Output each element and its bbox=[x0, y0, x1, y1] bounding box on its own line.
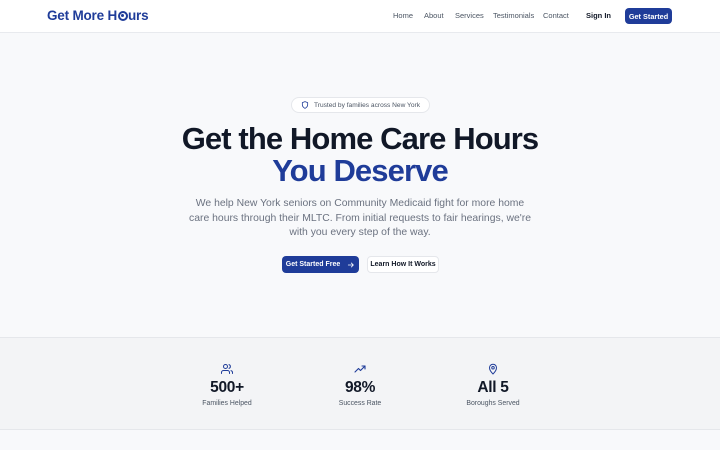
nav-services[interactable]: Services bbox=[455, 11, 484, 20]
next-section bbox=[0, 431, 720, 450]
hero-title: Get the Home Care Hours You Deserve bbox=[0, 123, 720, 187]
stat-value: All 5 bbox=[477, 379, 509, 396]
hero-title-line1: Get the Home Care Hours bbox=[181, 121, 539, 156]
shield-icon bbox=[301, 101, 309, 109]
learn-how-it-works-button[interactable]: Learn How It Works bbox=[367, 256, 439, 273]
logo[interactable]: Get More H urs bbox=[47, 8, 149, 23]
logo-text-end: urs bbox=[128, 8, 149, 23]
stats-section: 500+ Families Helped 98% Success Rate Al… bbox=[0, 337, 720, 430]
sign-in-link[interactable]: Sign In bbox=[586, 11, 611, 20]
nav-home[interactable]: Home bbox=[393, 11, 413, 20]
trust-badge-text: Trusted by families across New York bbox=[313, 101, 421, 109]
stat-label: Success Rate bbox=[338, 400, 382, 407]
trust-badge: Trusted by families across New York bbox=[291, 97, 430, 113]
logo-text-start: Get More H bbox=[47, 8, 118, 23]
map-pin-icon bbox=[489, 363, 497, 375]
stat-label: Boroughs Served bbox=[466, 400, 520, 407]
get-started-free-button[interactable]: Get Started Free bbox=[282, 256, 359, 273]
hero-title-line2: You Deserve bbox=[272, 153, 449, 188]
users-icon bbox=[221, 364, 233, 374]
logo-o-icon bbox=[117, 10, 128, 21]
stat-label: Families Helped bbox=[202, 400, 252, 407]
site-header: Get More H urs Home About Services Testim… bbox=[0, 0, 720, 33]
trending-up-icon bbox=[354, 365, 366, 373]
header-get-started-button[interactable]: Get Started bbox=[625, 8, 672, 24]
hero-subtitle: We help New York seniors on Community Me… bbox=[189, 198, 531, 238]
arrow-right-icon bbox=[348, 262, 355, 267]
get-started-free-label: Get Started Free bbox=[285, 261, 341, 268]
stat-value: 98% bbox=[344, 379, 376, 396]
nav-contact[interactable]: Contact bbox=[543, 11, 569, 20]
stat-boroughs: All 5 Boroughs Served bbox=[413, 338, 573, 431]
nav-testimonials[interactable]: Testimonials bbox=[493, 11, 534, 20]
stat-value: 500+ bbox=[210, 379, 244, 396]
nav-about[interactable]: About bbox=[424, 11, 444, 20]
